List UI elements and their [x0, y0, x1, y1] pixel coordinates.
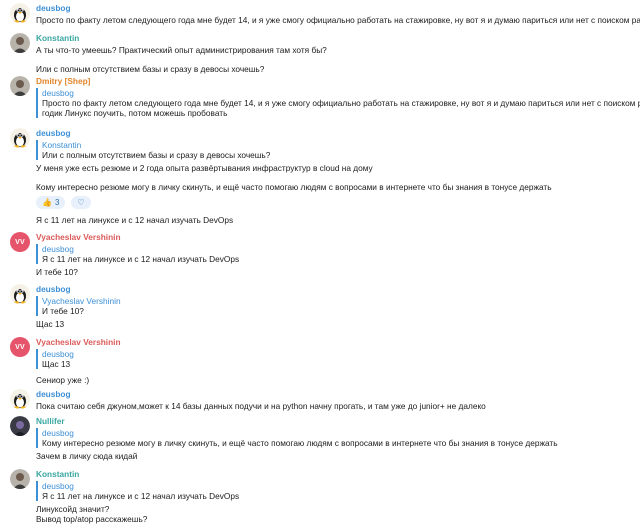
quote-author: deusbog — [42, 88, 74, 98]
message-author[interactable]: Vyacheslav Vershinin — [36, 232, 636, 242]
quote-text: Просто по факту летом следующего года мн… — [42, 98, 640, 108]
message-text: Сениор уже :) — [36, 375, 90, 385]
message-author[interactable]: Konstantin — [36, 33, 636, 43]
message-author[interactable]: Konstantin — [36, 469, 636, 479]
message-author[interactable]: deusbog — [36, 284, 636, 294]
dark-avatar-icon — [10, 416, 30, 436]
person-avatar-icon — [10, 33, 30, 53]
quote-text: Щас 13 — [42, 359, 71, 369]
avatar[interactable] — [10, 76, 30, 96]
reply-quote[interactable]: deusbog Я с 11 лет на линуксе и с 12 нач… — [36, 481, 636, 501]
person-avatar-icon — [10, 469, 30, 489]
reply-quote[interactable]: deusbog Кому интересно резюме могу в лич… — [36, 428, 636, 448]
reaction-count: 3 — [54, 198, 60, 207]
tux-avatar-icon — [10, 3, 30, 23]
message-text: У меня уже есть резюме и 2 года опыта ра… — [36, 163, 373, 173]
message-text: Я с 11 лет на линуксе и с 12 начал изуча… — [36, 215, 234, 225]
message-text: А ты что-то умеешь? Практический опыт ад… — [36, 45, 327, 55]
heart-icon: ♡ — [77, 198, 85, 207]
message-author[interactable]: Vyacheslav Vershinin — [36, 337, 636, 347]
message-text: Кому интересно резюме могу в личку скину… — [36, 182, 552, 192]
avatar[interactable] — [10, 469, 30, 489]
reply-quote[interactable]: deusbog Щас 13 — [36, 349, 636, 369]
quote-author: deusbog — [42, 244, 74, 254]
quote-author: Vyacheslav Vershinin — [42, 296, 121, 306]
thumbs-up-icon: 👍 — [42, 198, 52, 207]
message-author[interactable]: Nullifer — [36, 416, 636, 426]
quote-text: И тебе 10? — [42, 306, 84, 316]
message-author[interactable]: Dmitry [Shep] — [36, 76, 636, 86]
avatar[interactable]: VV — [10, 232, 30, 252]
avatar[interactable] — [10, 416, 30, 436]
quote-text: Кому интересно резюме могу в личку скину… — [42, 438, 558, 448]
reply-quote[interactable]: deusbog Просто по факту летом следующего… — [36, 88, 640, 118]
message-text: Щас 13 — [36, 319, 65, 329]
message-text: И тебе 10? — [36, 267, 78, 277]
message-text: Пока считаю себя джуном,может к 14 базы … — [36, 401, 486, 411]
message-text: Или с полным отсутствием базы и сразу в … — [36, 64, 265, 74]
message-text: Зачем в личку сюда кидай — [36, 451, 138, 461]
quote-author: deusbog — [42, 349, 74, 359]
avatar[interactable] — [10, 3, 30, 23]
reply-quote[interactable]: deusbog Я с 11 лет на линуксе и с 12 нач… — [36, 244, 636, 264]
person-avatar-icon — [10, 76, 30, 96]
avatar-initials: VV — [10, 232, 30, 252]
quote-author: Konstantin — [42, 140, 82, 150]
message-text: Линуксойд значит? — [36, 504, 110, 514]
reaction-thumbs-up[interactable]: 👍 3 — [36, 196, 66, 209]
message-text: годик Линукс поучить, потом можешь пробо… — [42, 108, 228, 118]
tux-avatar-icon — [10, 128, 30, 148]
quote-author: deusbog — [42, 428, 74, 438]
message-author[interactable]: deusbog — [36, 3, 636, 13]
avatar[interactable]: VV — [10, 337, 30, 357]
reaction-heart[interactable]: ♡ — [71, 196, 91, 209]
reply-quote[interactable]: Vyacheslav Vershinin И тебе 10? — [36, 296, 636, 316]
reply-quote[interactable]: Konstantin Или с полным отсутствием базы… — [36, 140, 636, 160]
avatar-initials: VV — [10, 337, 30, 357]
message-text: Вывод top/atop расскажешь? — [36, 514, 148, 524]
avatar[interactable] — [10, 389, 30, 409]
quote-text: Я с 11 лет на линуксе и с 12 начал изуча… — [42, 254, 240, 264]
tux-avatar-icon — [10, 284, 30, 304]
message-text: Просто по факту летом следующего года мн… — [36, 15, 640, 25]
message-author[interactable]: deusbog — [36, 128, 636, 138]
quote-author: deusbog — [42, 481, 74, 491]
quote-text: Я с 11 лет на линуксе и с 12 начал изуча… — [42, 491, 240, 501]
message-author[interactable]: deusbog — [36, 389, 636, 399]
avatar[interactable] — [10, 128, 30, 148]
tux-avatar-icon — [10, 389, 30, 409]
quote-text: Или с полным отсутствием базы и сразу в … — [42, 150, 271, 160]
avatar[interactable] — [10, 284, 30, 304]
avatar[interactable] — [10, 33, 30, 53]
reactions: 👍 3 ♡ — [36, 196, 636, 209]
